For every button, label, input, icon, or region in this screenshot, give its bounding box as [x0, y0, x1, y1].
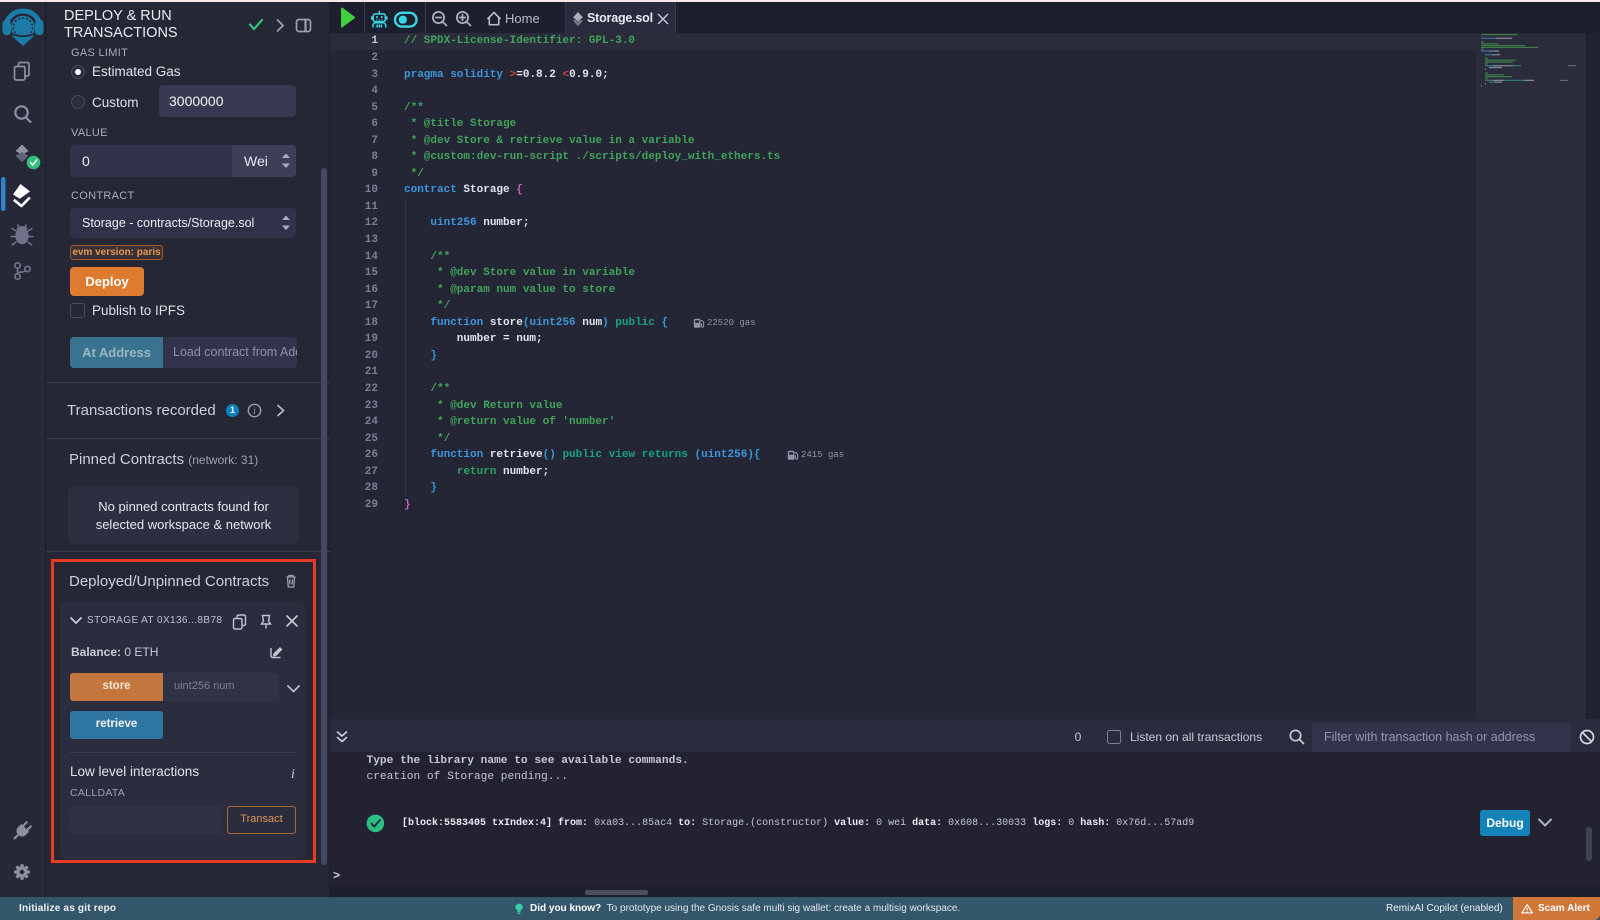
- svg-text:i: i: [253, 407, 256, 417]
